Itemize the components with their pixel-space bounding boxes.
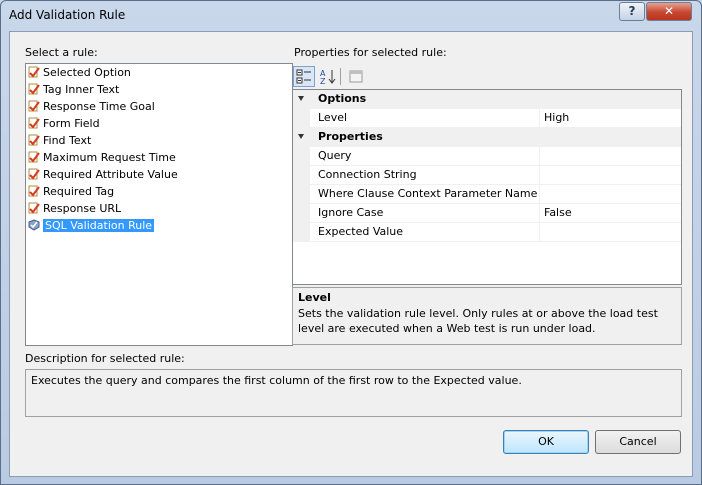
rule-item-label: Response Time Goal: [43, 100, 155, 113]
row-gutter: [293, 128, 310, 147]
toolbar-separator: [340, 68, 341, 85]
rule-item-label: Tag Inner Text: [43, 83, 120, 96]
row-gutter: [293, 185, 310, 204]
select-rule-label: Select a rule:: [25, 46, 98, 59]
rule-item-find-text[interactable]: Find Text: [26, 132, 292, 149]
ok-button[interactable]: OK: [503, 430, 589, 454]
category-name: Properties: [310, 128, 681, 147]
property-row-where-clause[interactable]: Where Clause Context Parameter Name: [293, 185, 681, 204]
rule-description-label: Description for selected rule:: [25, 352, 185, 365]
cancel-button[interactable]: Cancel: [595, 430, 681, 454]
validation-rule-icon: [28, 185, 40, 197]
property-description-text: Sets the validation rule level. Only rul…: [298, 307, 658, 335]
property-value-expected-value[interactable]: [540, 223, 681, 242]
property-description-title: Level: [298, 291, 331, 304]
rule-item-label: Selected Option: [43, 66, 131, 79]
rule-item-required-tag[interactable]: Required Tag: [26, 183, 292, 200]
collapse-arrow-icon[interactable]: [298, 96, 304, 101]
svg-text:Z: Z: [320, 77, 326, 86]
categorized-icon: [296, 69, 311, 84]
property-value-ignore-case[interactable]: False: [540, 204, 681, 223]
rule-item-label: Maximum Request Time: [43, 151, 176, 164]
rule-item-selected-option[interactable]: Selected Option: [26, 64, 292, 81]
property-pages-button[interactable]: [345, 66, 367, 87]
rule-description-box: Executes the query and compares the firs…: [25, 369, 682, 417]
rule-item-label: Required Attribute Value: [43, 168, 178, 181]
property-name: Where Clause Context Parameter Name: [310, 185, 540, 204]
property-pages-icon: [349, 70, 363, 83]
dialog-window: Add Validation Rule ? ✕ Select a rule: S…: [0, 0, 702, 485]
category-row-properties[interactable]: Properties: [293, 128, 681, 147]
validation-rule-icon: [28, 134, 40, 146]
row-gutter: [293, 109, 310, 128]
window-title: Add Validation Rule: [9, 8, 126, 22]
categorized-button[interactable]: [293, 66, 315, 87]
row-gutter: [293, 166, 310, 185]
property-row-expected-value[interactable]: Expected Value: [293, 223, 681, 242]
collapse-arrow-icon[interactable]: [298, 134, 304, 139]
row-gutter: [293, 90, 310, 109]
property-value-level[interactable]: High: [540, 109, 681, 128]
rule-item-label: Form Field: [43, 117, 100, 130]
property-name: Query: [310, 147, 540, 166]
row-gutter: [293, 147, 310, 166]
rule-item-label: Response URL: [43, 202, 122, 215]
property-description-pane: Level Sets the validation rule level. On…: [292, 287, 682, 345]
validation-rule-icon: [28, 100, 40, 112]
category-name: Options: [310, 90, 681, 109]
rule-item-label: Required Tag: [43, 185, 115, 198]
rule-item-required-attribute-value[interactable]: Required Attribute Value: [26, 166, 292, 183]
validation-rule-icon: [28, 202, 40, 214]
property-name: Connection String: [310, 166, 540, 185]
property-name: Expected Value: [310, 223, 540, 242]
help-button[interactable]: ?: [619, 2, 645, 21]
close-button[interactable]: ✕: [646, 2, 692, 21]
property-row-connection-string[interactable]: Connection String: [293, 166, 681, 185]
rule-item-label: SQL Validation Rule: [43, 219, 155, 232]
dialog-client-area: Select a rule: Selected Option Tag Inner…: [9, 31, 693, 477]
rule-item-sql-validation-rule[interactable]: SQL Validation Rule: [26, 217, 292, 234]
validation-rule-icon: [28, 66, 40, 78]
category-row-options[interactable]: Options: [293, 90, 681, 109]
rule-item-label: Find Text: [43, 134, 92, 147]
rule-item-maximum-request-time[interactable]: Maximum Request Time: [26, 149, 292, 166]
validation-rule-icon: [28, 83, 40, 95]
row-gutter: [293, 204, 310, 223]
row-gutter: [293, 223, 310, 242]
rule-item-response-time-goal[interactable]: Response Time Goal: [26, 98, 292, 115]
rule-list[interactable]: Selected Option Tag Inner Text Response …: [25, 63, 293, 346]
validation-rule-icon: [28, 151, 40, 163]
rule-item-tag-inner-text[interactable]: Tag Inner Text: [26, 81, 292, 98]
sql-validation-rule-icon: [28, 219, 40, 231]
property-name: Ignore Case: [310, 204, 540, 223]
property-row-ignore-case[interactable]: Ignore Case False: [293, 204, 681, 223]
property-row-level[interactable]: Level High: [293, 109, 681, 128]
property-value-connection-string[interactable]: [540, 166, 681, 185]
title-bar[interactable]: Add Validation Rule ? ✕: [1, 1, 701, 31]
property-row-query[interactable]: Query: [293, 147, 681, 166]
validation-rule-icon: [28, 168, 40, 180]
validation-rule-icon: [28, 117, 40, 129]
property-name: Level: [310, 109, 540, 128]
properties-label: Properties for selected rule:: [294, 46, 447, 59]
rule-item-response-url[interactable]: Response URL: [26, 200, 292, 217]
property-value-where-clause[interactable]: [540, 185, 681, 204]
property-grid[interactable]: Options Level High Properties Query Conn…: [292, 89, 682, 285]
rule-item-form-field[interactable]: Form Field: [26, 115, 292, 132]
alphabetical-button[interactable]: AZ: [317, 66, 339, 87]
sort-alphabetical-icon: AZ: [320, 69, 336, 86]
property-value-query[interactable]: [540, 147, 681, 166]
